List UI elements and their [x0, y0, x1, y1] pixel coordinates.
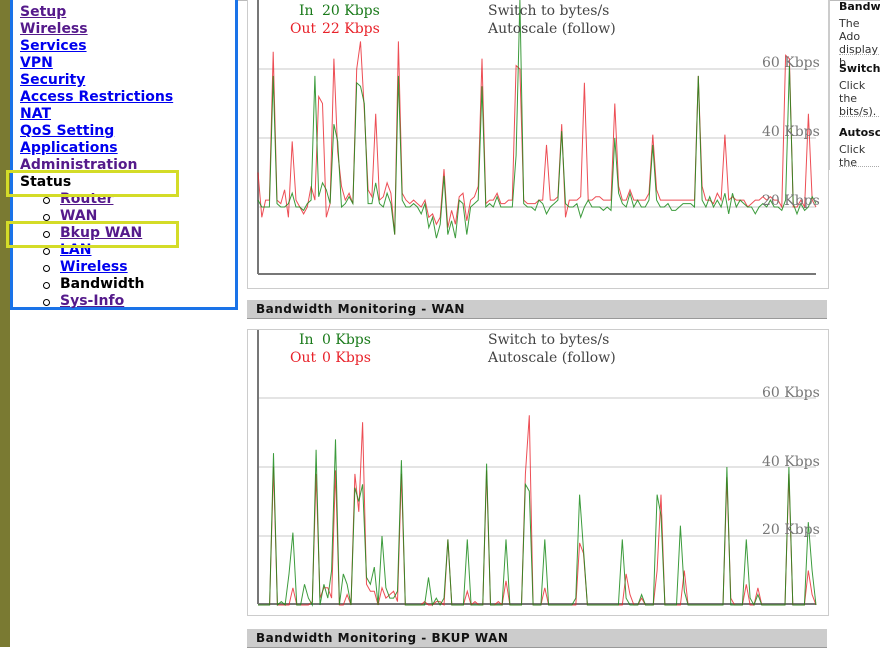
status-subitem-sys-info[interactable]: Sys-Info [43, 293, 124, 310]
bullet-icon [43, 299, 50, 306]
help-heading: Autosca [839, 126, 880, 139]
gridline-label-40: 40 Kbps [762, 454, 820, 470]
sidebar-link[interactable]: VPN [20, 55, 53, 71]
sidebar-item-qos-setting[interactable]: QoS Setting [20, 123, 114, 140]
help-text: Click the bits/s). [839, 79, 877, 118]
sidebar-item-setup[interactable]: Setup [20, 4, 66, 21]
out-value: 22 Kbps [322, 21, 380, 37]
series-line-in [258, 439, 817, 607]
in-value: 20 Kbps [322, 3, 380, 19]
section-header-bkup-wan: Bandwidth Monitoring - BKUP WAN [247, 629, 827, 648]
subitem-label: Bandwidth [60, 276, 145, 292]
graph-current-svg [257, 0, 817, 275]
help-section: Switch Click the bits/s). [839, 62, 880, 118]
bullet-icon [43, 214, 50, 221]
sidebar-item-security[interactable]: Security [20, 72, 85, 89]
bullet-icon [43, 282, 50, 289]
sidebar-item-vpn[interactable]: VPN [20, 55, 53, 72]
sidebar-link[interactable]: Applications [20, 140, 118, 156]
help-divider [839, 166, 880, 167]
subitem-link[interactable]: Wireless [60, 259, 128, 275]
help-divider [839, 116, 880, 117]
sidebar-item-access-restrictions[interactable]: Access Restrictions [20, 89, 173, 106]
sidebar-item-applications[interactable]: Applications [20, 140, 118, 157]
bandwidth-graph-wan: In 0 Kbps Out 0 Kbps Switch to bytes/s A… [247, 329, 829, 616]
bullet-icon [43, 265, 50, 272]
page-left-strip [0, 0, 10, 647]
sidebar-link[interactable]: Services [20, 38, 87, 54]
sidebar-item-wireless[interactable]: Wireless [20, 21, 88, 38]
out-value: 0 Kbps [322, 350, 371, 366]
gridline-label-20: 20 Kbps [762, 193, 820, 209]
gridline-label-20: 20 Kbps [762, 522, 820, 538]
series-line-out [258, 415, 817, 607]
help-divider [839, 54, 880, 55]
help-heading: Bandwi [839, 0, 880, 13]
sidebar-link[interactable]: QoS Setting [20, 123, 114, 139]
sidebar-link[interactable]: Security [20, 72, 85, 88]
subitem-link[interactable]: Sys-Info [60, 293, 124, 309]
help-section: Bandwi The Ado display b [839, 0, 880, 69]
switch-to-bytes-link[interactable]: Switch to bytes/s [488, 332, 609, 348]
section-header-wan: Bandwidth Monitoring - WAN [247, 300, 827, 319]
gridline-label-40: 40 Kbps [762, 124, 820, 140]
gridline-label-60: 60 Kbps [762, 385, 820, 401]
in-value: 0 Kbps [322, 332, 371, 348]
help-section: AutoscaClick the [839, 126, 880, 169]
gridline-label-60: 60 Kbps [762, 55, 820, 71]
status-subitem-bandwidth: Bandwidth [43, 276, 145, 293]
switch-to-bytes-link[interactable]: Switch to bytes/s [488, 3, 609, 19]
in-label: In [299, 3, 314, 19]
sidebar-link[interactable]: Access Restrictions [20, 89, 173, 105]
autoscale-link[interactable]: Autoscale (follow) [488, 21, 616, 37]
bandwidth-graph-current: In 20 Kbps Out 22 Kbps Switch to bytes/s… [247, 0, 829, 289]
bullet-icon [43, 197, 50, 204]
bullet-icon [43, 248, 50, 255]
sidebar-nav: Setup Wireless Services VPN Security Access R… [10, 0, 238, 310]
out-label: Out [290, 21, 317, 37]
sidebar-link[interactable]: Wireless [20, 21, 88, 37]
sidebar-link[interactable]: NAT [20, 106, 51, 122]
sidebar-link[interactable]: Setup [20, 4, 66, 20]
out-label: Out [290, 350, 317, 366]
in-label: In [299, 332, 314, 348]
help-heading: Switch [839, 62, 880, 75]
sidebar-item-services[interactable]: Services [20, 38, 87, 55]
graph-wan-svg [257, 330, 817, 607]
status-subitem-wireless[interactable]: Wireless [43, 259, 128, 276]
highlight-status [6, 170, 179, 197]
highlight-bkup-wan [6, 221, 179, 248]
help-panel: Bandwi The Ado display b Switch Click the b… [829, 0, 880, 170]
autoscale-link[interactable]: Autoscale (follow) [488, 350, 616, 366]
sidebar-item-nat[interactable]: NAT [20, 106, 51, 123]
